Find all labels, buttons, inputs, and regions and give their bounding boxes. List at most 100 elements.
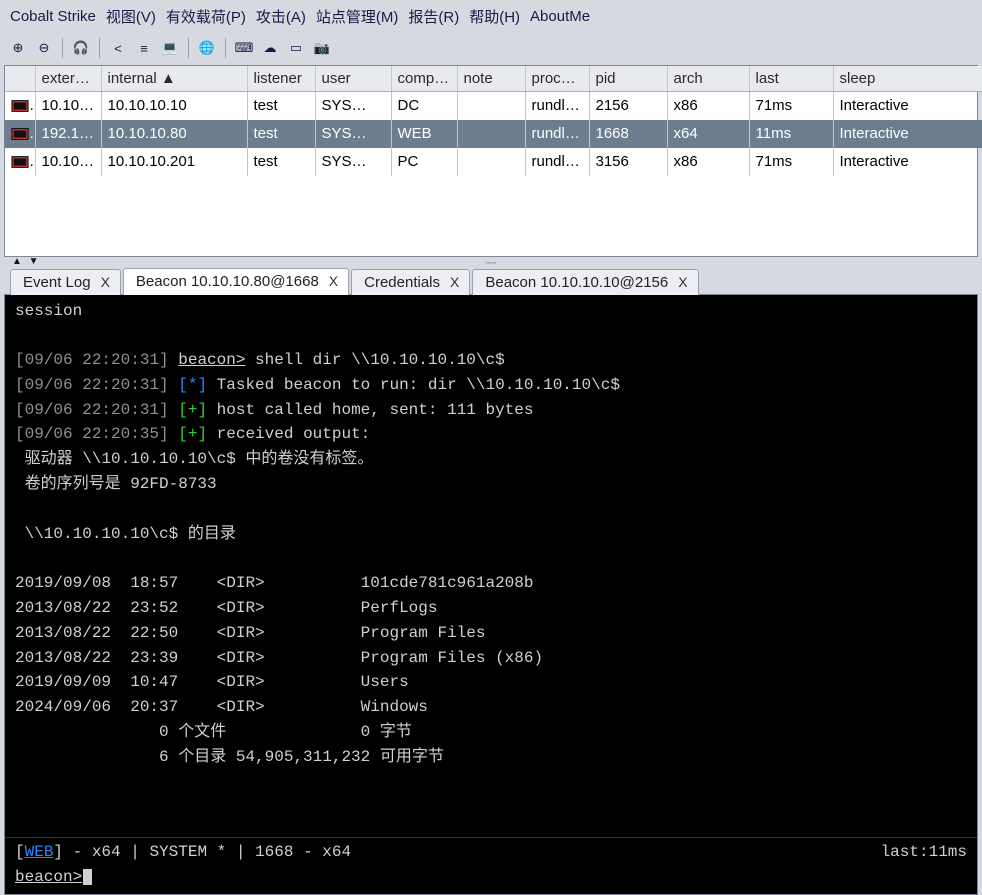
menu-item-7[interactable]: AboutMe xyxy=(528,6,592,27)
keyboard2-icon[interactable]: ▭ xyxy=(284,37,308,59)
console-line: \\10.10.10.10\c$ 的目录 xyxy=(15,522,967,547)
col-header-1[interactable]: exter… xyxy=(35,66,101,92)
console-statusbar: [WEB] - x64 | SYSTEM * | 1668 - x64 last… xyxy=(5,837,977,865)
menu-item-1[interactable]: 视图(V) xyxy=(104,4,158,29)
close-icon[interactable]: X xyxy=(329,273,338,289)
cell-user: SYS… xyxy=(315,120,391,148)
console-line: 2019/09/08 18:57 <DIR> 101cde781c961a208… xyxy=(15,571,967,596)
tab-1[interactable]: Beacon 10.10.10.80@1668X xyxy=(123,268,349,295)
console-line: [09/06 22:20:35] [+] received output: xyxy=(15,422,967,447)
toolbar: ⊕⊖ 🎧 <≡💻 🌐 ⌨☁▭📷 xyxy=(0,33,982,65)
session-icon xyxy=(11,127,29,141)
close-icon[interactable]: X xyxy=(450,274,459,290)
menu-item-4[interactable]: 站点管理(M) xyxy=(314,4,401,29)
close-icon[interactable]: X xyxy=(678,274,687,290)
cell-note xyxy=(457,148,525,176)
splitter[interactable]: ▲ ▼ ┄┄ xyxy=(0,257,982,267)
console-line xyxy=(15,497,967,522)
menu-item-0[interactable]: Cobalt Strike xyxy=(8,6,98,27)
cell-sleep: Interactive xyxy=(833,120,982,148)
console-line: [09/06 22:20:31] [+] host called home, s… xyxy=(15,398,967,423)
beacon-console: session [09/06 22:20:31] beacon> shell di… xyxy=(4,295,978,895)
col-header-5[interactable]: comp… xyxy=(391,66,457,92)
tab-label: Event Log xyxy=(23,274,91,291)
cell-note xyxy=(457,120,525,148)
toolbar-separator xyxy=(62,38,63,58)
col-header-7[interactable]: proc… xyxy=(525,66,589,92)
menu-item-5[interactable]: 报告(R) xyxy=(406,4,461,29)
sessions-panel: exter…internal ▲listenerusercomp…notepro… xyxy=(4,65,978,257)
status-bracket: [ xyxy=(15,843,25,861)
headphones-icon[interactable]: 🎧 xyxy=(69,37,93,59)
menu-item-6[interactable]: 帮助(H) xyxy=(467,4,522,29)
sessions-table[interactable]: exter…internal ▲listenerusercomp…notepro… xyxy=(5,66,982,176)
col-header-10[interactable]: last xyxy=(749,66,833,92)
col-header-9[interactable]: arch xyxy=(667,66,749,92)
console-output[interactable]: session [09/06 22:20:31] beacon> shell di… xyxy=(5,295,977,838)
col-header-6[interactable]: note xyxy=(457,66,525,92)
cell-internal: 10.10.10.10 xyxy=(101,92,247,120)
col-header-11[interactable]: sleep xyxy=(833,66,982,92)
tab-3[interactable]: Beacon 10.10.10.10@2156X xyxy=(472,269,698,295)
cursor-icon xyxy=(83,869,92,885)
console-line: [09/06 22:20:31] [*] Tasked beacon to ru… xyxy=(15,373,967,398)
cell-listener: test xyxy=(247,120,315,148)
col-header-8[interactable]: pid xyxy=(589,66,667,92)
console-prompt[interactable]: beacon> xyxy=(5,865,977,894)
cell-arch: x86 xyxy=(667,92,749,120)
minus-circle-icon[interactable]: ⊖ xyxy=(32,37,56,59)
globe-icon[interactable]: 🌐 xyxy=(195,37,219,59)
timestamp: [09/06 22:20:31] xyxy=(15,401,169,419)
console-line: 2013/08/22 22:50 <DIR> Program Files xyxy=(15,621,967,646)
table-body: 10.10…10.10.10.10testSYS…DCrundl…2156x86… xyxy=(5,92,982,176)
splitter-grip-icon: ┄┄ xyxy=(486,258,497,268)
status-host: WEB xyxy=(25,843,54,861)
keyboard-icon[interactable]: ⌨ xyxy=(232,37,256,59)
console-line: 2013/08/22 23:39 <DIR> Program Files (x8… xyxy=(15,646,967,671)
share-icon[interactable]: < xyxy=(106,37,130,59)
command-text: shell dir \\10.10.10.10\c$ xyxy=(245,351,504,369)
plus-circle-icon[interactable]: ⊕ xyxy=(6,37,30,59)
camera-icon[interactable]: 📷 xyxy=(310,37,334,59)
console-line: 2013/08/22 23:52 <DIR> PerfLogs xyxy=(15,596,967,621)
cloud-download-icon[interactable]: ☁ xyxy=(258,37,282,59)
tab-0[interactable]: Event Log X xyxy=(10,269,121,295)
col-header-3[interactable]: listener xyxy=(247,66,315,92)
console-line xyxy=(15,770,967,795)
menu-item-2[interactable]: 有效载荷(P) xyxy=(164,4,248,29)
cell-computer: PC xyxy=(391,148,457,176)
toolbar-separator xyxy=(225,38,226,58)
cell-listener: test xyxy=(247,92,315,120)
table-row[interactable]: 192.1…10.10.10.80testSYS…WEBrundl…1668x6… xyxy=(5,120,982,148)
status-rest: ] - x64 | SYSTEM * | 1668 - x64 xyxy=(53,843,351,861)
console-line: session xyxy=(15,299,967,324)
console-line: 卷的序列号是 92FD-8733 xyxy=(15,472,967,497)
close-icon[interactable]: X xyxy=(101,274,110,290)
menu-item-3[interactable]: 攻击(A) xyxy=(254,4,308,29)
cell-sleep: Interactive xyxy=(833,92,982,120)
console-line: 0 个文件 0 字节 xyxy=(15,720,967,745)
cell-pid: 2156 xyxy=(589,92,667,120)
cell-process: rundl… xyxy=(525,120,589,148)
cell-arch: x64 xyxy=(667,120,749,148)
cell-arch: x86 xyxy=(667,148,749,176)
cell-icon xyxy=(5,120,35,148)
cell-external: 192.1… xyxy=(35,120,101,148)
col-header-4[interactable]: user xyxy=(315,66,391,92)
cell-listener: test xyxy=(247,148,315,176)
col-header-0[interactable] xyxy=(5,66,35,92)
timestamp: [09/06 22:20:31] xyxy=(15,376,169,394)
table-row[interactable]: 10.10…10.10.10.10testSYS…DCrundl…2156x86… xyxy=(5,92,982,120)
tabstrip: Event LogXBeacon 10.10.10.80@1668XCreden… xyxy=(4,267,978,295)
cell-user: SYS… xyxy=(315,92,391,120)
console-line: [09/06 22:20:31] beacon> shell dir \\10.… xyxy=(15,348,967,373)
tab-2[interactable]: CredentialsX xyxy=(351,269,470,295)
list-icon[interactable]: ≡ xyxy=(132,37,156,59)
console-line: 2024/09/06 20:37 <DIR> Windows xyxy=(15,695,967,720)
laptop-icon[interactable]: 💻 xyxy=(158,37,182,59)
table-row[interactable]: 10.10…10.10.10.201testSYS…PCrundl…3156x8… xyxy=(5,148,982,176)
col-header-2[interactable]: internal ▲ xyxy=(101,66,247,92)
timestamp: [09/06 22:20:35] xyxy=(15,425,169,443)
cell-computer: WEB xyxy=(391,120,457,148)
message-text: host called home, sent: 111 bytes xyxy=(207,401,533,419)
